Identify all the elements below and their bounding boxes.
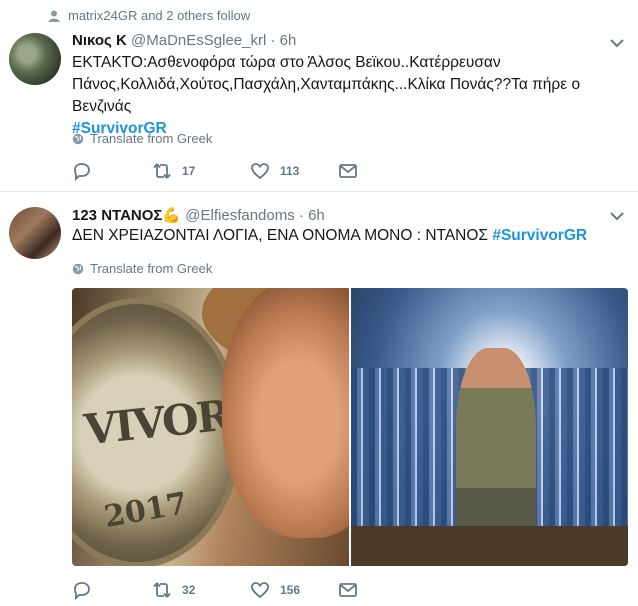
retweet-icon	[153, 582, 171, 598]
translate-link[interactable]: Translate from Greek	[72, 261, 212, 276]
more-options-button[interactable]	[610, 35, 624, 48]
person-icon	[48, 10, 60, 22]
translate-link[interactable]: Translate from Greek	[72, 131, 212, 146]
chevron-down-icon	[610, 39, 624, 48]
heart-icon	[251, 582, 269, 599]
photo-thumbnail[interactable]: VIVOR 2017	[72, 288, 349, 566]
timestamp[interactable]: 6h	[308, 207, 325, 224]
envelope-icon	[339, 583, 357, 597]
like-count: 156	[280, 583, 301, 597]
separator-dot: ·	[298, 207, 304, 224]
reply-button[interactable]	[72, 161, 152, 181]
author-handle[interactable]: @MaDnEsSglee_krl	[131, 32, 266, 49]
retweet-button[interactable]: 17	[152, 161, 250, 181]
social-context-text: matrix24GR and 2 others follow	[68, 8, 251, 23]
like-button[interactable]: 156	[250, 580, 338, 600]
author-name[interactable]: 123 ΝΤΑΝΟΣ	[72, 207, 162, 224]
tweet-text: ΔΕΝ ΧΡΕΙΑΖΟΝΤΑΙ ΛΟΓΙΑ, ΕΝΑ ΟΝΟΜΑ ΜΟΝΟ : …	[72, 225, 628, 247]
tweet-body: ΕΚΤΑΚΤΟ:Ασθενοφόρα τώρα στο Άλσος Βεϊκου…	[72, 54, 581, 115]
globe-icon	[72, 263, 84, 274]
retweet-count: 32	[182, 583, 196, 597]
action-bar: 17 113	[72, 161, 358, 181]
social-context[interactable]: matrix24GR and 2 others follow	[48, 8, 250, 23]
retweet-button[interactable]: 32	[152, 580, 250, 600]
tweet-header: Νικος Κ @MaDnEsSglee_krl · 6h	[72, 32, 296, 49]
reply-icon	[74, 163, 90, 181]
translate-label: Translate from Greek	[90, 131, 213, 146]
tweet[interactable]: 123 ΝΤΑΝΟΣ💪 @Elfiesfandoms · 6h ΔΕΝ ΧΡΕΙ…	[0, 193, 638, 606]
retweet-icon	[153, 163, 171, 179]
face-shape	[222, 288, 349, 538]
translate-label: Translate from Greek	[90, 261, 213, 276]
author-name[interactable]: Νικος Κ	[72, 32, 127, 49]
direct-message-button[interactable]	[338, 580, 358, 600]
reply-icon	[74, 582, 90, 600]
hashtag-link[interactable]: #SurvivorGR	[492, 227, 587, 244]
tweet-header: 123 ΝΤΑΝΟΣ💪 @Elfiesfandoms · 6h	[72, 206, 325, 224]
avatar[interactable]	[9, 207, 61, 259]
photo-thumbnail[interactable]	[351, 288, 628, 566]
heart-icon	[251, 163, 269, 180]
stage-floor	[351, 526, 628, 566]
envelope-icon	[339, 164, 357, 178]
chevron-down-icon	[610, 212, 624, 221]
action-bar: 32 156	[72, 580, 358, 600]
person-shape	[456, 348, 536, 548]
tweet-text: ΕΚΤΑΚΤΟ:Ασθενοφόρα τώρα στο Άλσος Βεϊκου…	[72, 52, 628, 140]
author-handle[interactable]: @Elfiesfandoms	[185, 207, 294, 224]
globe-icon	[72, 133, 84, 144]
like-count: 113	[280, 164, 300, 178]
flexed-biceps-emoji: 💪	[162, 207, 182, 224]
direct-message-button[interactable]	[338, 161, 358, 181]
media-gallery: VIVOR 2017	[72, 288, 628, 566]
more-options-button[interactable]	[610, 208, 624, 221]
timestamp[interactable]: 6h	[280, 32, 297, 49]
tweet-body: ΔΕΝ ΧΡΕΙΑΖΟΝΤΑΙ ΛΟΓΙΑ, ΕΝΑ ΟΝΟΜΑ ΜΟΝΟ : …	[72, 227, 489, 244]
avatar[interactable]	[9, 33, 61, 85]
retweet-count: 17	[182, 164, 196, 178]
like-button[interactable]: 113	[250, 161, 338, 181]
reply-button[interactable]	[72, 580, 152, 600]
separator-dot: ·	[270, 32, 276, 49]
tweet[interactable]: matrix24GR and 2 others follow Νικος Κ @…	[0, 0, 638, 192]
